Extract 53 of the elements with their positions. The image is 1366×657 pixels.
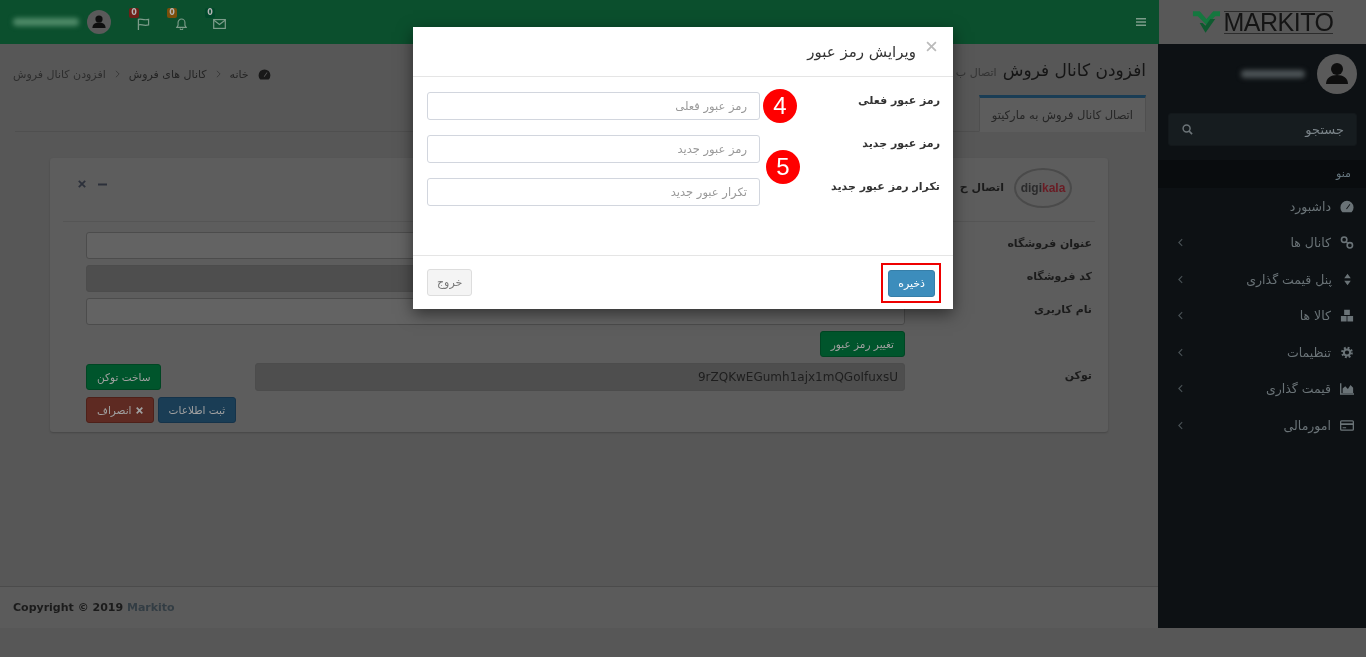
search-field[interactable]: جستجو — [1168, 113, 1357, 146]
submit-button[interactable]: ثبت اطلاعات — [157, 397, 237, 423]
menu-item[interactable]: داشبورد — [1158, 188, 1366, 225]
menu-item[interactable]: پنل قیمت گذاری — [1158, 261, 1366, 298]
bell-icon[interactable] — [174, 17, 188, 30]
gauge-icon — [1340, 199, 1354, 213]
save-button[interactable]: ذخیره — [888, 269, 935, 297]
close-icon — [135, 406, 143, 414]
avatar-icon[interactable] — [87, 10, 111, 34]
chevron-icon — [215, 70, 221, 78]
avatar-icon — [1317, 54, 1357, 94]
menu-item[interactable]: کانال ها — [1158, 224, 1366, 261]
field-label: توکن — [1064, 368, 1092, 384]
count-badge: 0 — [167, 8, 177, 18]
sort-icon — [1343, 272, 1352, 286]
exit-button[interactable]: خروج — [427, 269, 473, 296]
modal-title: ویرایش رمز عبور — [807, 42, 916, 61]
menu-header: منو — [1158, 160, 1366, 188]
menu-item[interactable]: قیمت گذاری — [1158, 370, 1366, 407]
envelope-icon[interactable] — [212, 17, 226, 30]
menu-item[interactable]: امورمالی — [1158, 407, 1366, 444]
count-badge: 0 — [129, 8, 139, 18]
step-marker: 5 — [766, 150, 800, 184]
menu-item[interactable]: تنظیمات — [1158, 334, 1366, 371]
field-label: تکرار رمز عبور جدید — [831, 179, 940, 193]
field-label: نام کاربری — [1033, 302, 1092, 318]
gear-icon — [1340, 345, 1354, 359]
minus-icon[interactable] — [98, 182, 107, 186]
area-chart-icon — [1340, 382, 1354, 396]
logo-text[interactable]: MARKITO — [1223, 10, 1334, 34]
blurred-text-block — [13, 18, 79, 26]
card-title: اتصال ح — [959, 180, 1004, 196]
field-label: کد فروشگاه — [1026, 269, 1092, 285]
field-label: رمز عبور جدید — [862, 136, 940, 150]
blurred-text-block — [1241, 70, 1305, 78]
close-icon[interactable] — [926, 41, 937, 52]
count-badge: 0 — [205, 8, 215, 18]
step-marker: 4 — [763, 89, 797, 123]
menu-icon[interactable] — [1136, 18, 1146, 26]
field-label: رمز عبور فعلی — [858, 93, 940, 107]
gauge-icon — [257, 68, 271, 80]
link-icon — [1340, 236, 1354, 250]
menu-item[interactable]: کالا ها — [1158, 297, 1366, 334]
flag-icon[interactable] — [136, 17, 150, 30]
page-title: افزودن کانال فروش — [1002, 60, 1146, 80]
search-icon[interactable] — [1182, 124, 1193, 135]
cancel-button[interactable]: انصراف — [86, 397, 154, 423]
chevron-icon — [114, 70, 120, 78]
cubes-icon — [1340, 309, 1354, 323]
close-icon[interactable] — [78, 180, 86, 188]
credit-card-icon — [1340, 418, 1354, 432]
field-label: عنوان فروشگاه — [1007, 236, 1092, 252]
change-password-button[interactable]: تغییر رمز عبور — [819, 331, 905, 357]
